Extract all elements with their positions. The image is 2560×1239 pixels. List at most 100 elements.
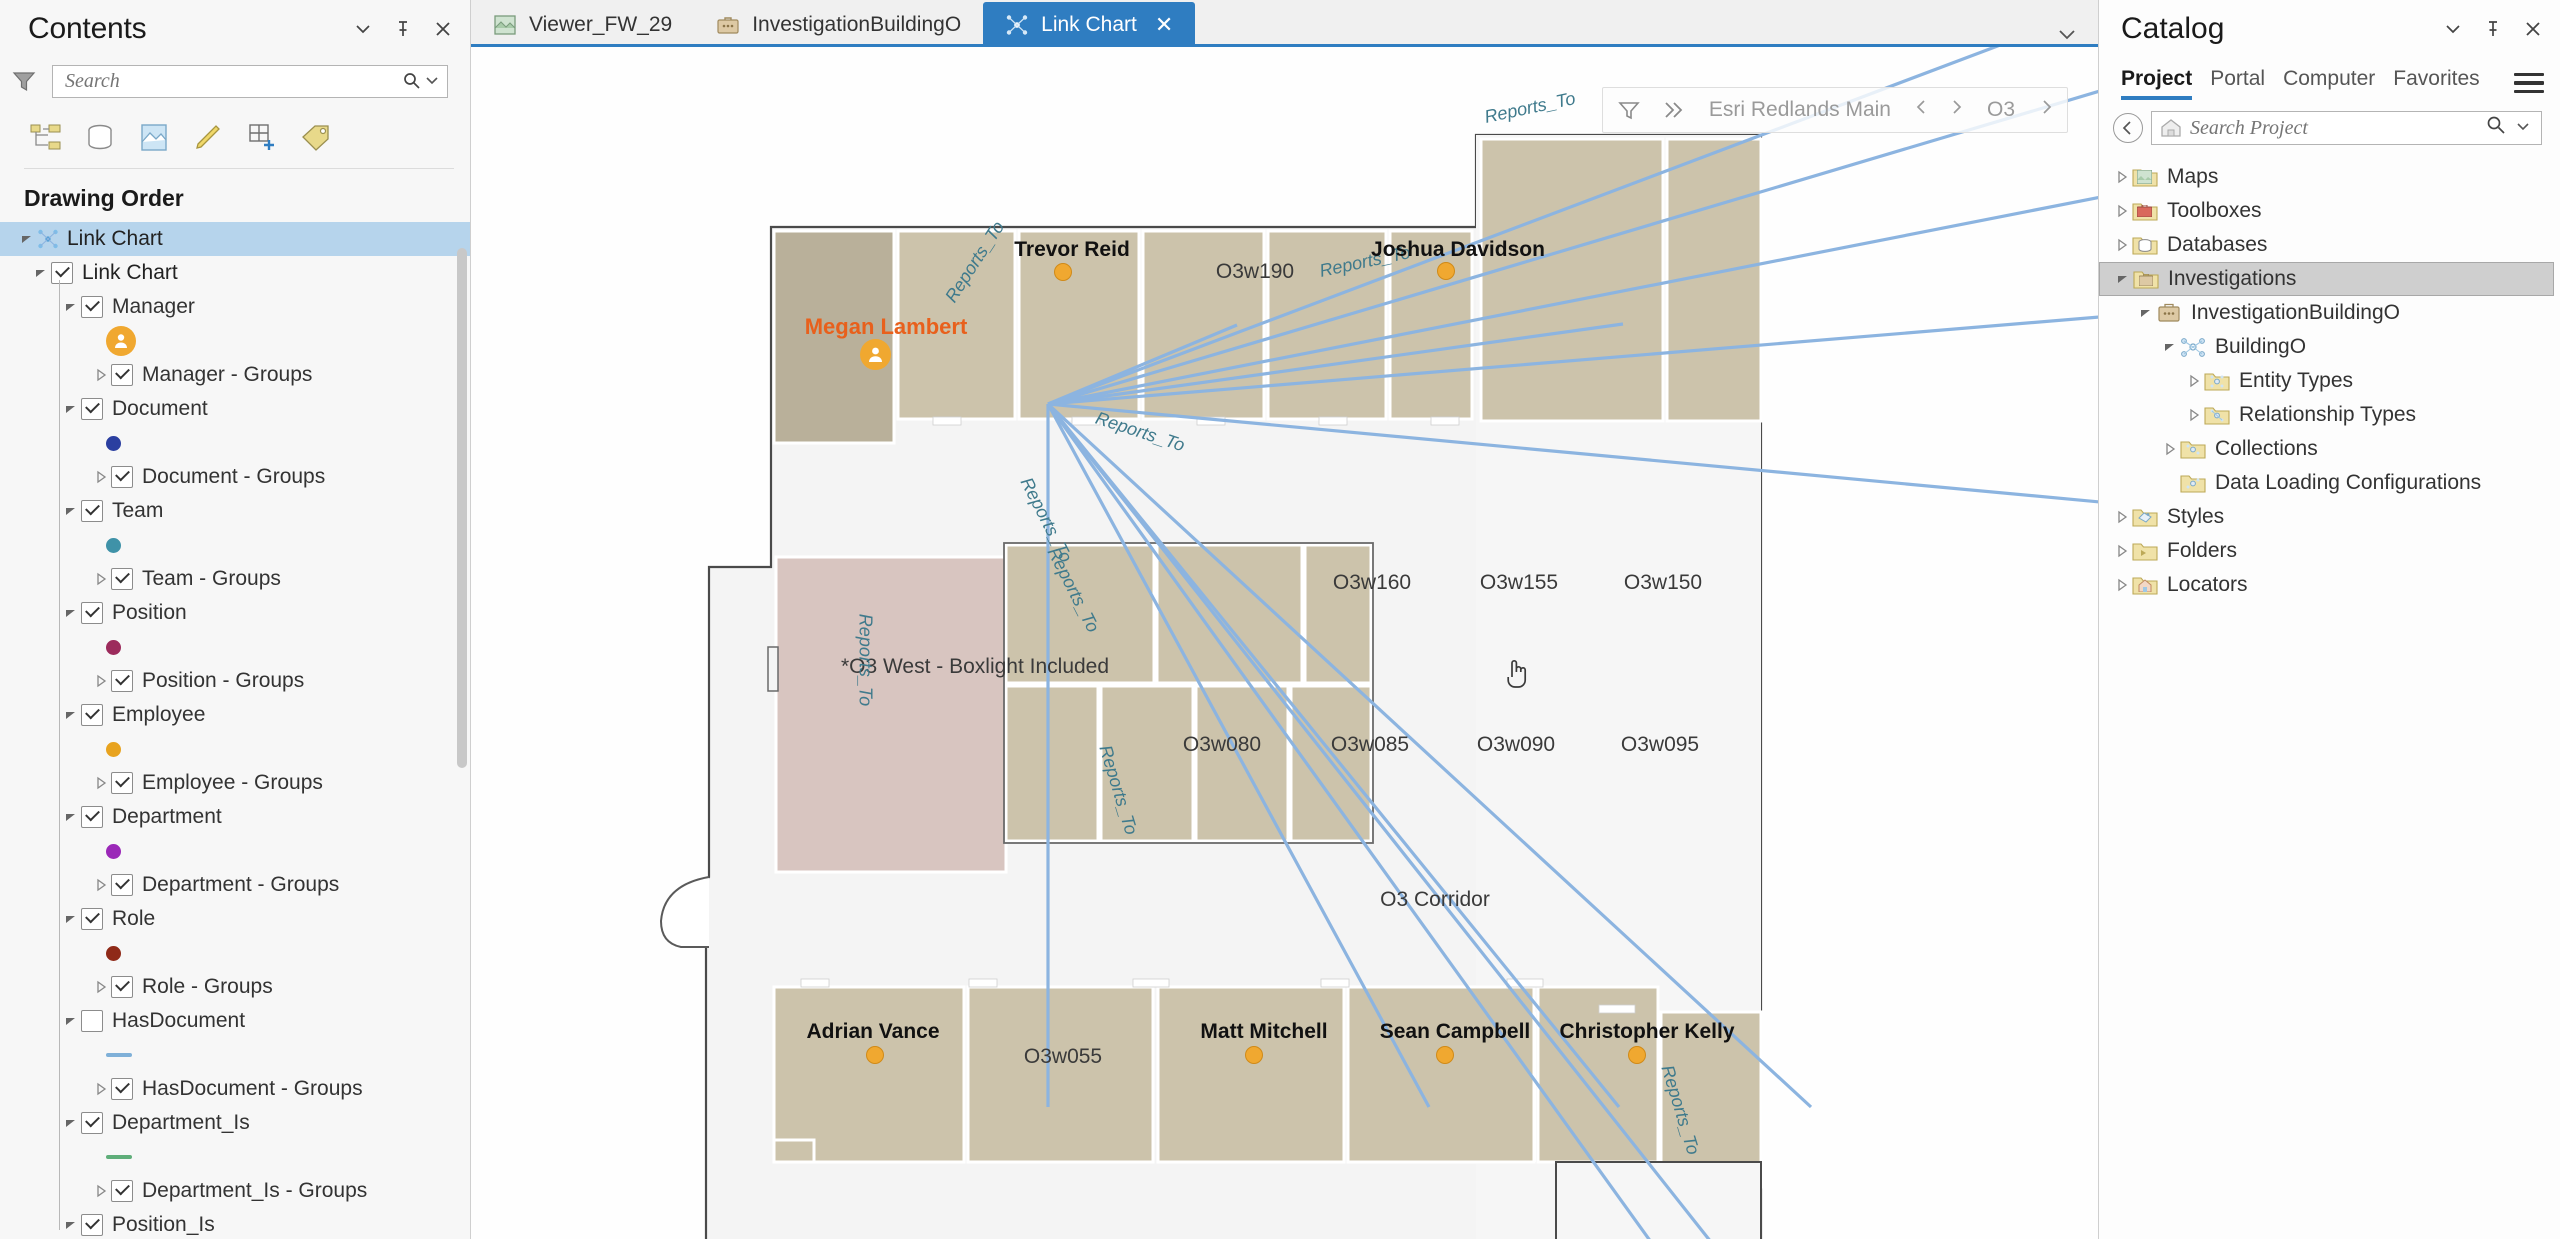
layer-visibility-checkbox[interactable] <box>111 568 133 590</box>
catalog-tree-item[interactable]: Collections <box>2099 432 2560 466</box>
layer-visibility-checkbox[interactable] <box>81 806 103 828</box>
catalog-tree-item[interactable]: Maps <box>2099 160 2560 194</box>
contents-tree-item[interactable]: Team - Groups <box>0 562 470 596</box>
contents-scrollbar-thumb[interactable] <box>457 248 467 768</box>
search-input-wrapper[interactable] <box>52 65 448 98</box>
contents-tree-item[interactable]: Team <box>0 494 470 528</box>
collapse-arrow-icon[interactable] <box>62 1217 79 1234</box>
contents-tree-item[interactable]: Employee - Groups <box>0 766 470 800</box>
contents-tree-item[interactable]: Document - Groups <box>0 460 470 494</box>
pin-icon[interactable] <box>392 18 414 40</box>
layer-visibility-checkbox[interactable] <box>111 772 133 794</box>
link-chart-map-canvas[interactable]: Esri Redlands Main O3 O3w190O3w160O3w155… <box>471 47 2098 1239</box>
collapse-arrow-icon[interactable] <box>62 299 79 316</box>
funnel-icon[interactable] <box>6 63 42 99</box>
contents-symbol-row[interactable] <box>0 1140 470 1174</box>
contents-tree-item[interactable]: HasDocument - Groups <box>0 1072 470 1106</box>
catalog-tab-portal[interactable]: Portal <box>2210 67 2265 100</box>
catalog-tree-item[interactable]: Data Loading Configurations <box>2099 466 2560 500</box>
expand-arrow-icon[interactable] <box>2185 408 2203 422</box>
contents-symbol-row[interactable] <box>0 630 470 664</box>
close-icon[interactable] <box>2522 18 2544 40</box>
level-next-icon[interactable] <box>1939 98 1973 122</box>
layer-visibility-checkbox[interactable] <box>111 1078 133 1100</box>
layer-visibility-checkbox[interactable] <box>111 670 133 692</box>
contents-tree-item[interactable]: Position_Is <box>0 1208 470 1239</box>
layer-visibility-checkbox[interactable] <box>81 1010 103 1032</box>
contents-tree-item[interactable]: HasDocument <box>0 1004 470 1038</box>
symbol-dot-swatch[interactable] <box>106 844 121 859</box>
contents-tree-item[interactable]: Department_Is - Groups <box>0 1174 470 1208</box>
expand-arrow-icon[interactable] <box>2113 238 2131 252</box>
catalog-tab-computer[interactable]: Computer <box>2283 67 2375 100</box>
contents-symbol-row[interactable] <box>0 732 470 766</box>
layer-visibility-checkbox[interactable] <box>51 262 73 284</box>
layer-visibility-checkbox[interactable] <box>81 908 103 930</box>
collapse-arrow-icon[interactable] <box>62 503 79 520</box>
contents-symbol-row[interactable] <box>0 834 470 868</box>
close-icon[interactable] <box>432 18 454 40</box>
layer-visibility-checkbox[interactable] <box>111 976 133 998</box>
chevrons-right-icon[interactable] <box>1651 90 1695 130</box>
list-by-drawing-order-icon[interactable] <box>24 117 68 159</box>
expand-arrow-icon[interactable] <box>2113 544 2131 558</box>
magnifier-icon[interactable] <box>401 70 423 92</box>
contents-tree-item[interactable]: Department - Groups <box>0 868 470 902</box>
view-tab-investigationbuildingo[interactable]: InvestigationBuildingO <box>694 2 983 47</box>
layer-visibility-checkbox[interactable] <box>81 1112 103 1134</box>
layer-visibility-checkbox[interactable] <box>111 1180 133 1202</box>
collapse-arrow-icon[interactable] <box>2114 272 2132 286</box>
contents-tree-item[interactable]: Role - Groups <box>0 970 470 1004</box>
layer-visibility-checkbox[interactable] <box>111 466 133 488</box>
back-arrow-icon[interactable] <box>2113 113 2143 143</box>
entity-node[interactable] <box>1245 1046 1263 1064</box>
home-icon[interactable] <box>2156 115 2186 141</box>
catalog-tree-item[interactable]: InvestigationBuildingO <box>2099 296 2560 330</box>
expand-arrow-icon[interactable] <box>2161 442 2179 456</box>
contents-symbol-row[interactable] <box>0 936 470 970</box>
collapse-arrow-icon[interactable] <box>62 401 79 418</box>
contents-symbol-row[interactable] <box>0 426 470 460</box>
magnifier-icon[interactable] <box>2485 114 2511 142</box>
collapse-arrow-icon[interactable] <box>62 911 79 928</box>
catalog-tree-item[interactable]: Investigations <box>2099 262 2554 296</box>
expand-arrow-icon[interactable] <box>2185 374 2203 388</box>
collapse-arrow-icon[interactable] <box>32 265 49 282</box>
entity-node[interactable] <box>866 1046 884 1064</box>
hamburger-menu-icon[interactable] <box>2514 73 2544 94</box>
catalog-tree-item[interactable]: Toolboxes <box>2099 194 2560 228</box>
entity-node[interactable] <box>1436 1046 1454 1064</box>
view-tab-viewer-fw-29[interactable]: Viewer_FW_29 <box>471 2 694 47</box>
contents-tree-item[interactable]: Manager - Groups <box>0 358 470 392</box>
expand-arrow-icon[interactable] <box>92 673 109 690</box>
contents-tree-item[interactable]: Department <box>0 800 470 834</box>
layer-visibility-checkbox[interactable] <box>81 296 103 318</box>
expand-arrow-icon[interactable] <box>92 469 109 486</box>
collapse-arrow-icon[interactable] <box>62 707 79 724</box>
layer-visibility-checkbox[interactable] <box>81 398 103 420</box>
catalog-tab-favorites[interactable]: Favorites <box>2393 67 2479 100</box>
catalog-tree-item[interactable]: Folders <box>2099 534 2560 568</box>
expand-arrow-icon[interactable] <box>92 979 109 996</box>
collapse-arrow-icon[interactable] <box>62 1013 79 1030</box>
search-input[interactable] <box>65 70 401 93</box>
expand-arrow-icon[interactable] <box>92 367 109 384</box>
catalog-tree-item[interactable]: Relationship Types <box>2099 398 2560 432</box>
catalog-search-wrapper[interactable] <box>2151 111 2542 145</box>
layer-visibility-checkbox[interactable] <box>81 602 103 624</box>
symbol-dot-swatch[interactable] <box>106 742 121 757</box>
symbol-dot-swatch[interactable] <box>106 436 121 451</box>
symbol-dot-swatch[interactable] <box>106 538 121 553</box>
catalog-tree-item[interactable]: BuildingO <box>2099 330 2560 364</box>
selected-entity-node[interactable] <box>860 339 891 370</box>
symbol-dot-swatch[interactable] <box>106 946 121 961</box>
collapse-arrow-icon[interactable] <box>62 1115 79 1132</box>
contents-tree-item[interactable]: Link Chart <box>0 256 470 290</box>
pin-icon[interactable] <box>2482 18 2504 40</box>
expand-arrow-icon[interactable] <box>2113 170 2131 184</box>
collapse-arrow-icon[interactable] <box>2137 306 2155 320</box>
collapse-arrow-icon[interactable] <box>18 231 35 248</box>
expand-arrow-icon[interactable] <box>2113 578 2131 592</box>
list-by-labeling-icon[interactable] <box>294 117 338 159</box>
expand-arrow-icon[interactable] <box>2113 204 2131 218</box>
